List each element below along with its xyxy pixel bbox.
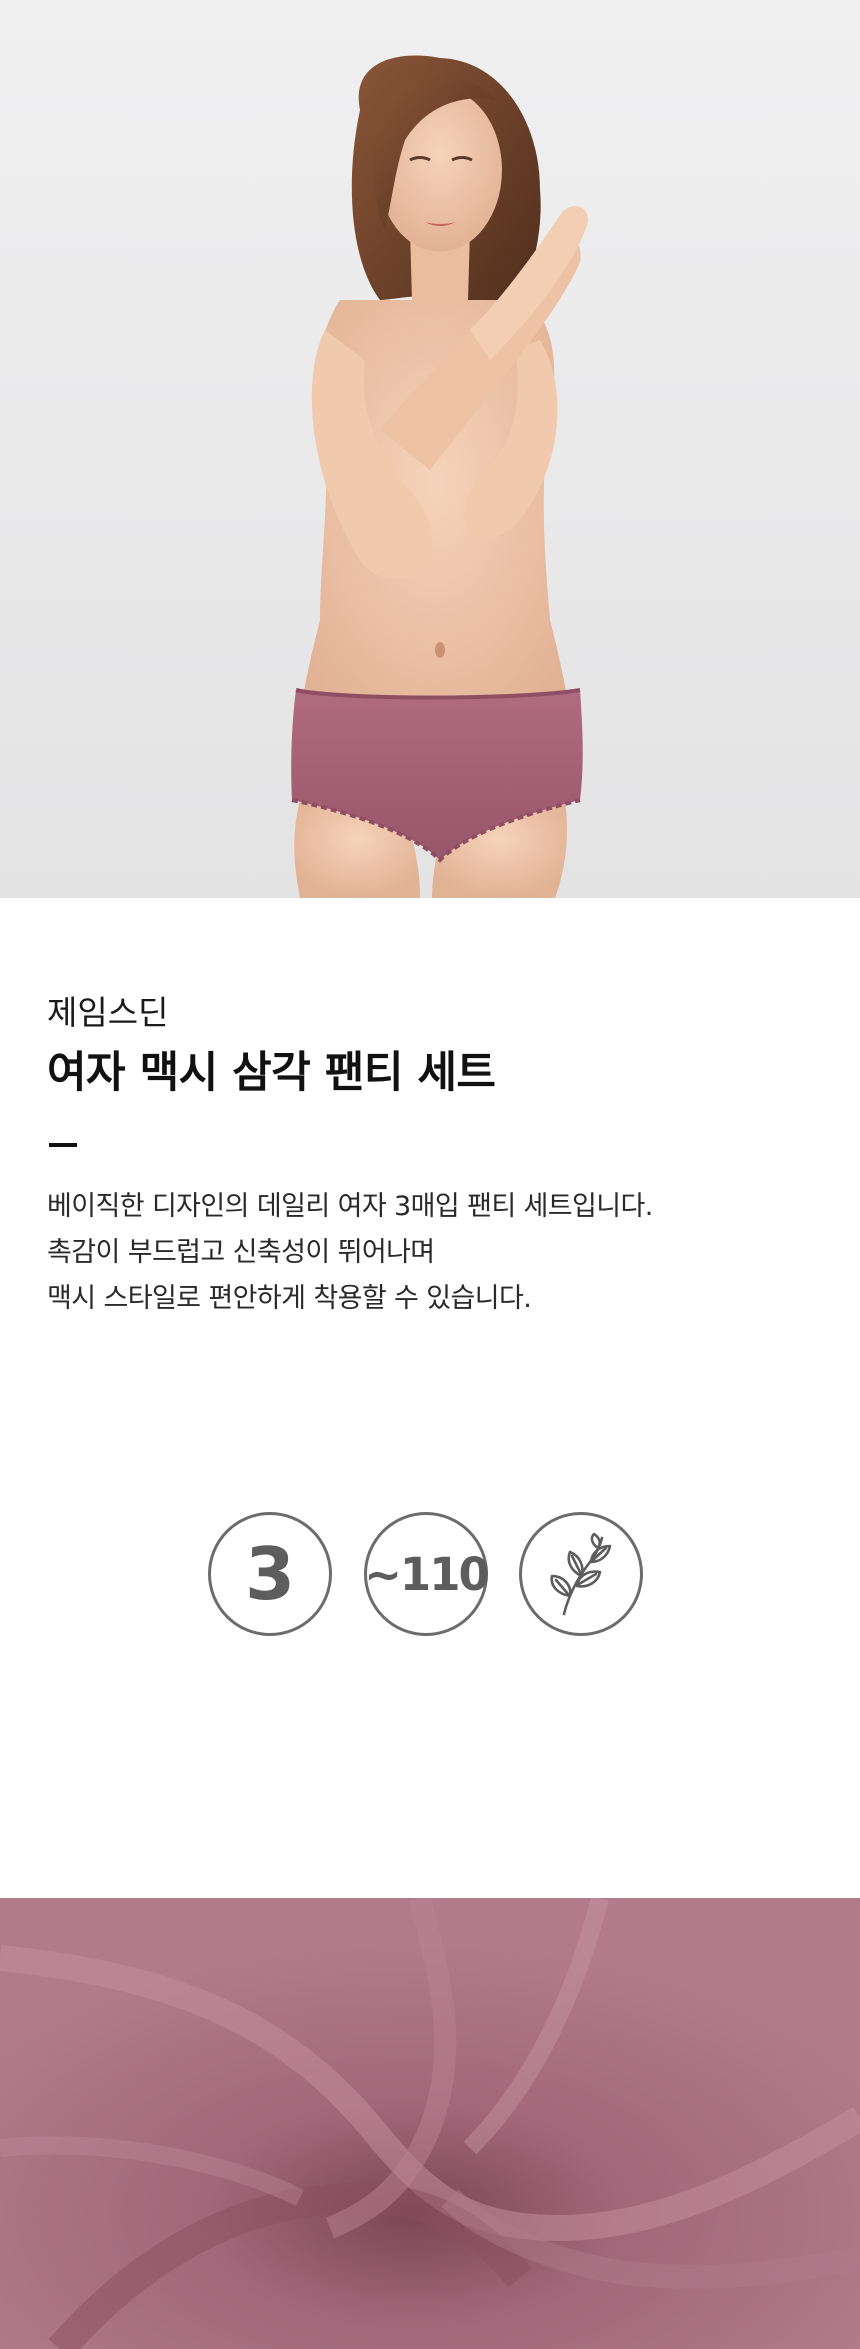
brand-name: 제임스딘 bbox=[47, 993, 169, 1032]
product-detail-page: 제임스딘 여자 맥시 삼각 팬티 세트 베이직한 디자인의 데일리 여자 3매입… bbox=[0, 0, 860, 2349]
hero-model-image bbox=[0, 0, 860, 898]
description-line: 맥시 스타일로 편안하게 착용할 수 있습니다. bbox=[47, 1283, 532, 1314]
description-line: 촉감이 부드럽고 신축성이 뛰어나며 bbox=[47, 1237, 435, 1268]
size-range-value: ~110 bbox=[364, 1547, 490, 1601]
model-photo bbox=[291, 55, 589, 898]
pack-count-badge: 3 bbox=[208, 1512, 332, 1636]
size-range-badge: ~110 bbox=[364, 1512, 490, 1636]
leaf-branch-icon bbox=[550, 1532, 612, 1616]
fabric-closeup bbox=[0, 1898, 860, 2349]
pack-count-value: 3 bbox=[244, 1532, 296, 1616]
product-description: 베이직한 디자인의 데일리 여자 3매입 팬티 세트입니다. 촉감이 부드럽고 … bbox=[47, 1184, 847, 1322]
fabric-closeup-image bbox=[0, 1898, 860, 2349]
product-title: 여자 맥시 삼각 팬티 세트 bbox=[47, 1048, 496, 1098]
description-line: 베이직한 디자인의 데일리 여자 3매입 팬티 세트입니다. bbox=[47, 1191, 653, 1222]
material-badge bbox=[519, 1512, 643, 1636]
title-divider bbox=[49, 1143, 77, 1147]
